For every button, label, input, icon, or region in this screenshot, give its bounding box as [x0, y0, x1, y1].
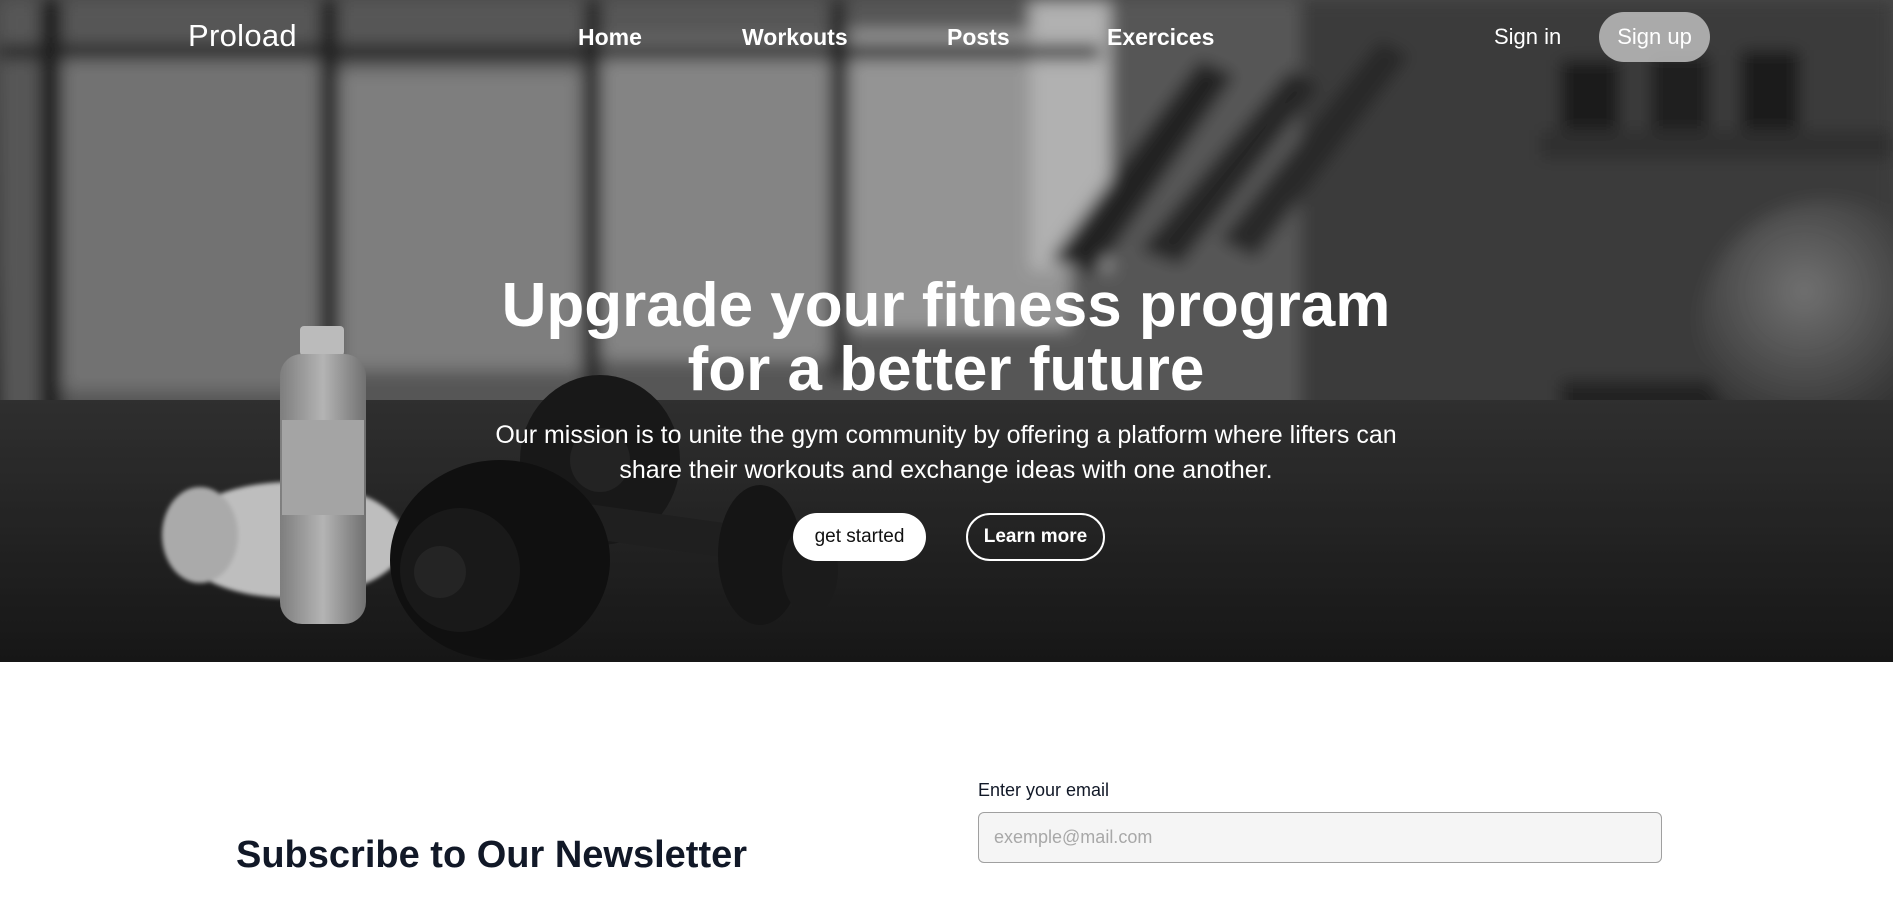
brand-logo[interactable]: Proload [188, 18, 297, 54]
email-input[interactable] [978, 812, 1662, 863]
hero-title-line-1: Upgrade your fitness program [501, 271, 1391, 340]
hero-subtitle: Our mission is to unite the gym communit… [396, 418, 1496, 488]
sign-in-link[interactable]: Sign in [1494, 24, 1561, 50]
sign-up-button[interactable]: Sign up [1599, 12, 1710, 62]
hero-title: Upgrade your fitness program for a bette… [396, 274, 1496, 402]
nav-link-exercices[interactable]: Exercices [1107, 24, 1214, 51]
hero-section: Proload Home Workouts Posts Exercices Si… [0, 0, 1893, 662]
newsletter-title: Subscribe to Our Newsletter [236, 834, 748, 876]
learn-more-button[interactable]: Learn more [966, 513, 1105, 561]
hero-title-line-2: for a better future [687, 335, 1205, 404]
hero-subtitle-line-1: Our mission is to unite the gym communit… [495, 421, 1397, 449]
email-label: Enter your email [978, 780, 1110, 800]
hero-subtitle-line-2: share their workouts and exchange ideas … [619, 456, 1273, 484]
nav-link-home[interactable]: Home [578, 24, 642, 51]
nav-link-workouts[interactable]: Workouts [742, 24, 848, 51]
nav-link-posts[interactable]: Posts [947, 24, 1010, 51]
get-started-button[interactable]: get started [793, 513, 926, 561]
